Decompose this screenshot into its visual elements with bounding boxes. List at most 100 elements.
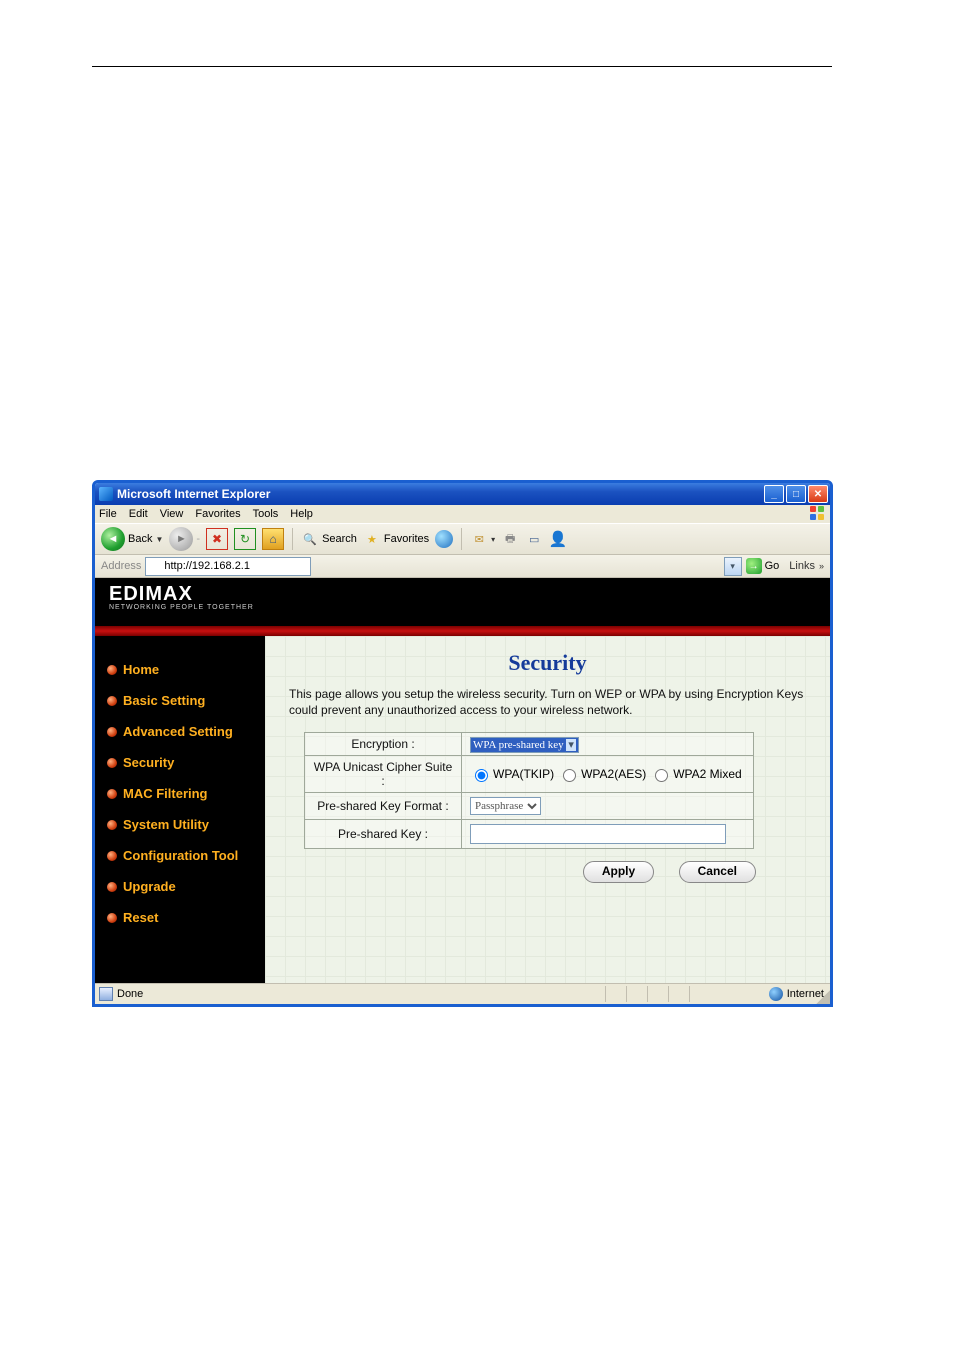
ie-window: Microsoft Internet Explorer _ □ ✕ File E… [92,480,833,1007]
radio-icon[interactable] [563,769,576,782]
go-button[interactable]: → Go [746,558,780,574]
menubar: File Edit View Favorites Tools Help [95,505,830,523]
status-text: Done [117,988,143,1000]
cipher-option-label: WPA2(AES) [581,767,646,781]
psk-format-label: Pre-shared Key Format : [305,793,462,820]
media-icon[interactable] [435,530,453,548]
cipher-option-label: WPA2 Mixed [673,767,741,781]
sidebar-item-basic-setting[interactable]: Basic Setting [95,685,265,716]
menu-tools[interactable]: Tools [253,508,279,520]
apply-button[interactable]: Apply [583,861,654,883]
search-label: Search [322,533,357,545]
sidebar-item-label: Upgrade [123,879,176,894]
encryption-label: Encryption : [305,733,462,756]
sidebar-item-label: Basic Setting [123,693,205,708]
sidebar-item-label: Configuration Tool [123,848,238,863]
refresh-icon[interactable]: ↻ [234,528,256,550]
sidebar-item-label: Reset [123,910,158,925]
psk-label: Pre-shared Key : [305,820,462,849]
bullet-icon [107,913,117,923]
sidebar-item-configuration-tool[interactable]: Configuration Tool [95,840,265,871]
back-button[interactable]: ◄ Back ▼ [101,527,163,551]
chevron-right-icon: » [819,561,824,571]
cipher-radio-wpa2-aes[interactable]: WPA2(AES) [558,766,646,782]
sidebar-item-label: System Utility [123,817,209,832]
sidebar-item-label: Security [123,755,174,770]
bullet-icon [107,820,117,830]
stop-icon[interactable]: ✖ [206,528,228,550]
search-icon: 🔍 [301,530,319,548]
sidebar-item-home[interactable]: Home [95,654,265,685]
menu-help[interactable]: Help [290,508,313,520]
cipher-radio-wpa2-mixed[interactable]: WPA2 Mixed [650,766,741,782]
cancel-button[interactable]: Cancel [679,861,756,883]
ie-icon [99,487,113,501]
internet-zone-icon [769,987,783,1001]
go-icon: → [746,558,762,574]
back-icon: ◄ [101,527,125,551]
search-button[interactable]: 🔍 Search [301,530,357,548]
encryption-select[interactable]: WPA pre-shared key ▾ [470,737,579,753]
windows-flag-icon [810,506,826,522]
menu-edit[interactable]: Edit [129,508,148,520]
sidebar-item-system-utility[interactable]: System Utility [95,809,265,840]
window-title: Microsoft Internet Explorer [117,487,270,501]
mail-icon: ✉ [470,530,488,548]
cipher-radio-wpa-tkip[interactable]: WPA(TKIP) [470,766,554,782]
favorites-button[interactable]: ★ Favorites [363,530,429,548]
close-button[interactable]: ✕ [808,485,828,503]
settings-form: Encryption : WPA pre-shared key ▾ WPA Un… [304,732,754,849]
psk-input[interactable] [470,824,726,844]
cipher-label: WPA Unicast Cipher Suite : [305,756,462,793]
radio-icon[interactable] [655,769,668,782]
status-bar: Done Internet [95,983,830,1004]
sidebar-item-mac-filtering[interactable]: MAC Filtering [95,778,265,809]
encryption-value: WPA pre-shared key [473,739,564,751]
cipher-option-label: WPA(TKIP) [493,767,554,781]
sidebar-item-label: Home [123,662,159,677]
bullet-icon [107,696,117,706]
home-icon[interactable]: ⌂ [262,528,284,550]
address-dropdown-button[interactable]: ▾ [724,557,742,576]
forward-button[interactable]: ► - [169,527,200,551]
menu-favorites[interactable]: Favorites [195,508,240,520]
bullet-icon [107,789,117,799]
menu-view[interactable]: View [160,508,184,520]
bullet-icon [107,851,117,861]
print-icon[interactable]: 🖶 [501,530,519,548]
titlebar: Microsoft Internet Explorer _ □ ✕ [95,483,830,505]
bullet-icon [107,758,117,768]
chevron-down-icon: ▼ [155,535,163,544]
sidebar-item-upgrade[interactable]: Upgrade [95,871,265,902]
forward-icon: ► [169,527,193,551]
edit-icon[interactable]: ▭ [525,530,543,548]
red-stripe [95,626,830,636]
address-label: Address [101,560,141,572]
address-bar: Address ▾ → Go Links » [95,555,830,578]
edimax-logo: EDIMAX [109,584,816,604]
bullet-icon [107,665,117,675]
sidebar-item-advanced-setting[interactable]: Advanced Setting [95,716,265,747]
minimize-button[interactable]: _ [764,485,784,503]
chevron-down-icon: ▾ [491,535,495,544]
brand-tagline: NETWORKING PEOPLE TOGETHER [109,604,816,611]
bullet-icon [107,727,117,737]
mail-button[interactable]: ✉ ▾ [470,530,495,548]
sidebar-item-reset[interactable]: Reset [95,902,265,933]
menu-file[interactable]: File [99,508,117,520]
sidebar-item-label: Advanced Setting [123,724,233,739]
back-label: Back [128,533,152,545]
bullet-icon [107,882,117,892]
sidebar-item-security[interactable]: Security [95,747,265,778]
brand-bar: EDIMAX NETWORKING PEOPLE TOGETHER [95,578,830,626]
resize-grip-icon[interactable] [816,990,830,1004]
star-icon: ★ [363,530,381,548]
links-label[interactable]: Links [789,560,815,572]
maximize-button[interactable]: □ [786,485,806,503]
sidebar-item-label: MAC Filtering [123,786,208,801]
toolbar: ◄ Back ▼ ► - ✖ ↻ ⌂ 🔍 Search ★ Favorites … [95,523,830,555]
messenger-icon[interactable]: 👤 [549,530,567,548]
address-input[interactable] [145,557,311,576]
psk-format-select[interactable]: Passphrase [470,797,541,815]
radio-icon[interactable] [475,769,488,782]
